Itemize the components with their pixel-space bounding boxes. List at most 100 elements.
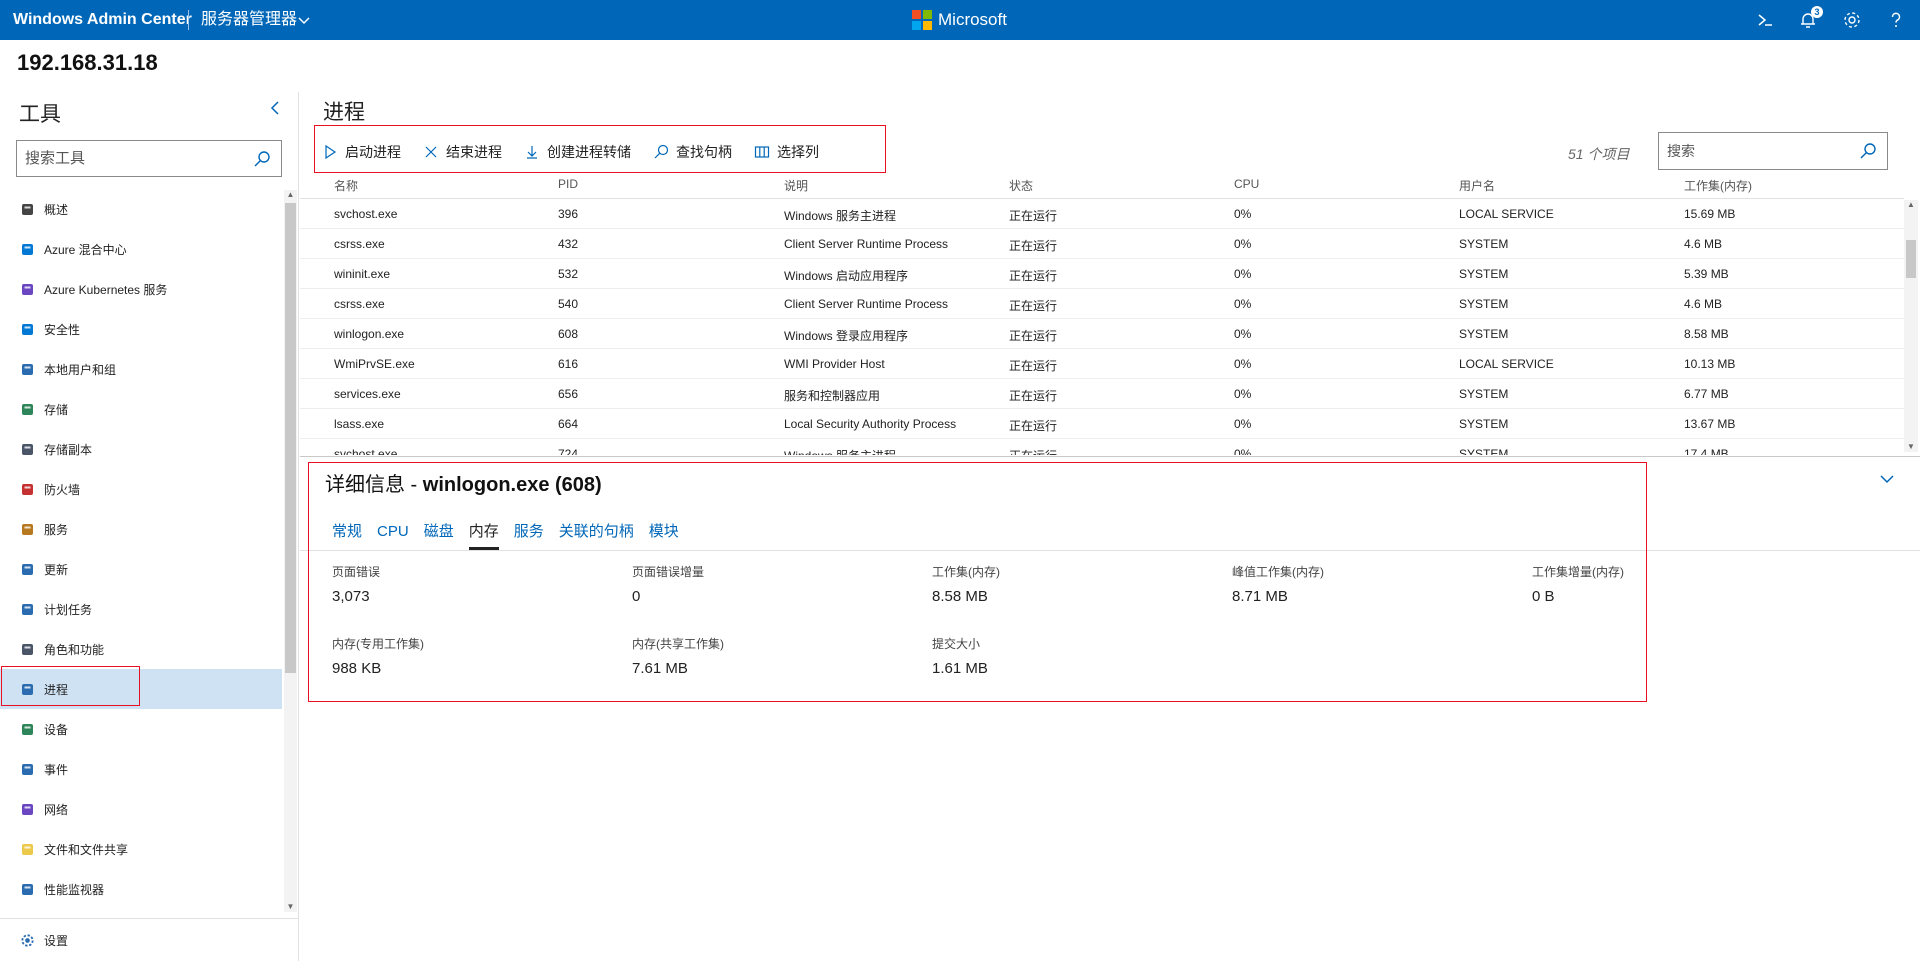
scroll-down-arrow-icon[interactable]: ▼ <box>284 902 297 912</box>
sidebar-item-label: Azure 混合中心 <box>44 242 127 257</box>
process-search-input[interactable] <box>1659 133 1849 169</box>
collapse-chevron-icon[interactable] <box>268 100 284 116</box>
sidebar-item[interactable]: 角色和功能 <box>0 629 282 669</box>
sidebar-item-label: 事件 <box>44 762 69 777</box>
shield-icon <box>20 322 35 337</box>
metric-label: 内存(专用工作集) <box>332 637 424 651</box>
process-search-box <box>1658 132 1888 170</box>
metric: 峰值工作集(内存) 8.71 MB <box>1232 563 1324 605</box>
tool-search-input[interactable] <box>17 141 247 176</box>
table-cell: 4.6 MB <box>1684 297 1723 311</box>
sidebar-item[interactable]: 进程 <box>0 669 282 709</box>
table-cell: 10.13 MB <box>1684 357 1736 371</box>
table-row[interactable]: services.exe 656 服务和控制器应用 正在运行 0% SYSTEM 6.77 … <box>300 379 1904 409</box>
table-cell: 664 <box>558 417 579 431</box>
metric: 内存(共享工作集) 7.61 MB <box>632 635 724 677</box>
sidebar-item[interactable]: 防火墙 <box>0 469 282 509</box>
sidebar-scrollbar[interactable]: ▲ ▼ <box>284 190 297 912</box>
table-cell: 432 <box>558 237 579 251</box>
table-cell: 0% <box>1234 207 1252 221</box>
context-switcher[interactable]: 服务器管理器 <box>201 0 297 40</box>
column-header[interactable]: 状态 <box>1009 177 1033 194</box>
details-tab[interactable]: CPU <box>377 522 409 550</box>
table-cell: 0% <box>1234 267 1252 281</box>
chevron-down-icon[interactable] <box>297 13 311 27</box>
scroll-up-arrow-icon[interactable]: ▲ <box>284 190 297 200</box>
table-scroll-thumb[interactable] <box>1906 240 1916 278</box>
table-row[interactable]: lsass.exe 664 Local Security Authority Pro… <box>300 409 1904 439</box>
create-dump-button[interactable]: 创建进程转储 <box>524 142 631 162</box>
table-row[interactable]: svchost.exe 724 Windows 服务主进程 正在运行 0% SYSTEM 1… <box>300 439 1904 455</box>
end-process-button[interactable]: 结束进程 <box>423 142 502 162</box>
sidebar-item[interactable]: Azure Kubernetes 服务 <box>0 269 282 309</box>
sidebar-item[interactable]: 网络 <box>0 789 282 829</box>
sidebar-item[interactable]: 本地用户和组 <box>0 349 282 389</box>
gear-icon[interactable] <box>1842 10 1862 30</box>
sidebar-item[interactable]: 安全性 <box>0 309 282 349</box>
table-cell: 6.77 MB <box>1684 387 1729 401</box>
column-header[interactable]: 工作集(内存) <box>1684 177 1752 194</box>
sidebar-item[interactable]: 计划任务 <box>0 589 282 629</box>
sidebar-item[interactable]: 服务 <box>0 509 282 549</box>
column-header[interactable]: 名称 <box>334 177 358 194</box>
details-tab[interactable]: 关联的句柄 <box>559 522 634 550</box>
sidebar-scroll-thumb[interactable] <box>285 203 296 673</box>
overview-icon <box>20 202 35 217</box>
help-icon[interactable] <box>1886 10 1906 30</box>
app-title[interactable]: Windows Admin Center <box>13 0 192 40</box>
chevron-down-icon[interactable] <box>1878 470 1896 488</box>
notification-badge: 3 <box>1811 6 1823 18</box>
table-row[interactable]: WmiPrvSE.exe 616 WMI Provider Host 正在运行 0% LO… <box>300 349 1904 379</box>
process-icon <box>20 682 35 697</box>
table-row[interactable]: winlogon.exe 608 Windows 登录应用程序 正在运行 0% SYSTE… <box>300 319 1904 349</box>
details-tab[interactable]: 服务 <box>514 522 544 550</box>
table-cell: 正在运行 <box>1009 269 1058 283</box>
sidebar-item[interactable]: 文件和文件共享 <box>0 829 282 869</box>
column-header[interactable]: CPU <box>1234 177 1259 191</box>
table-cell: 13.67 MB <box>1684 417 1736 431</box>
details-divider[interactable] <box>300 456 1920 457</box>
choose-columns-button[interactable]: 选择列 <box>754 142 819 162</box>
sidebar-item[interactable]: 概述 <box>0 189 282 229</box>
microsoft-squares-icon <box>912 10 932 30</box>
sidebar-item[interactable]: Azure 混合中心 <box>0 229 282 269</box>
metric: 页面错误 3,073 <box>332 563 380 605</box>
storage-replica-icon <box>20 442 35 457</box>
column-header[interactable]: 用户名 <box>1459 177 1495 194</box>
columns-icon <box>754 146 770 158</box>
table-row[interactable]: csrss.exe 432 Client Server Runtime Proces… <box>300 229 1904 259</box>
metric: 页面错误增量 0 <box>632 563 704 605</box>
find-handles-button[interactable]: 查找句柄 <box>653 142 732 162</box>
sidebar-item[interactable]: 存储 <box>0 389 282 429</box>
search-icon[interactable] <box>253 150 271 168</box>
search-icon[interactable] <box>1859 142 1877 160</box>
details-tab[interactable]: 模块 <box>649 522 679 550</box>
table-cell: svchost.exe <box>334 207 398 221</box>
metric-label: 页面错误增量 <box>632 565 705 579</box>
column-header[interactable]: PID <box>558 177 578 191</box>
powershell-icon[interactable] <box>1755 10 1775 30</box>
scroll-up-arrow-icon[interactable]: ▲ <box>1904 200 1918 210</box>
sidebar-item[interactable]: 设备 <box>0 709 282 749</box>
scroll-down-arrow-icon[interactable]: ▼ <box>1904 442 1918 452</box>
tools-sidebar: 工具 概述 Azure 混合中心 Azure Kubernetes 服务安全性本地用… <box>0 92 299 961</box>
details-process-name: winlogon.exe (608) <box>422 474 602 496</box>
sidebar-item[interactable]: 更新 <box>0 549 282 589</box>
sidebar-item[interactable]: 性能监视器 <box>0 869 282 909</box>
settings-link[interactable]: 设置 <box>0 918 299 961</box>
page-title: 进程 <box>323 101 365 124</box>
details-tab[interactable]: 磁盘 <box>424 522 454 550</box>
table-row[interactable]: svchost.exe 396 Windows 服务主进程 正在运行 0% LOCAL S… <box>300 199 1904 229</box>
start-process-button[interactable]: 启动进程 <box>322 142 401 162</box>
sidebar-item[interactable]: 存储副本 <box>0 429 282 469</box>
sidebar-item[interactable]: 事件 <box>0 749 282 789</box>
details-tab[interactable]: 常规 <box>332 522 362 550</box>
sidebar-item-label: 网络 <box>44 802 69 817</box>
table-row[interactable]: csrss.exe 540 Client Server Runtime Proces… <box>300 289 1904 319</box>
table-cell: 服务和控制器应用 <box>784 389 881 403</box>
table-cell: 724 <box>558 447 579 455</box>
table-scrollbar[interactable]: ▲ ▼ <box>1904 200 1918 452</box>
column-header[interactable]: 说明 <box>784 177 808 194</box>
details-tab[interactable]: 内存 <box>468 522 499 550</box>
table-row[interactable]: wininit.exe 532 Windows 启动应用程序 正在运行 0% SYSTEM… <box>300 259 1904 289</box>
